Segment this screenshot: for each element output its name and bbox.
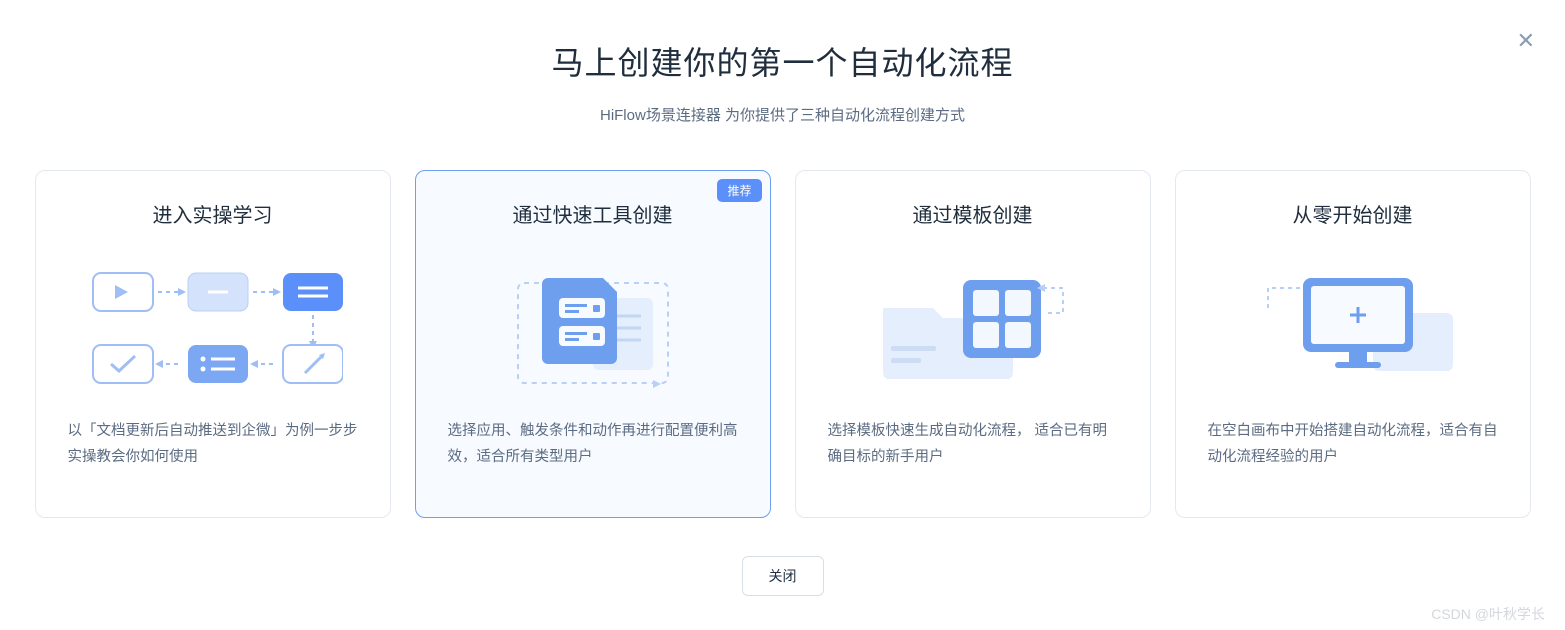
watermark: CSDN @叶秋学长 bbox=[1431, 604, 1545, 624]
card-title: 从零开始创建 bbox=[1206, 199, 1500, 228]
close-icon[interactable]: ✕ bbox=[1517, 28, 1535, 54]
close-button[interactable]: 关闭 bbox=[742, 556, 824, 596]
card-desc: 以「文档更新后自动推送到企微」为例一步步实操教会你如何使用 bbox=[66, 418, 360, 470]
card-title: 通过快速工具创建 bbox=[446, 199, 740, 228]
card-tutorial[interactable]: 进入实操学习 bbox=[35, 170, 391, 518]
cards-row: 进入实操学习 bbox=[0, 170, 1565, 518]
card-title: 进入实操学习 bbox=[66, 199, 360, 228]
card-from-scratch[interactable]: 从零开始创建 在空白画布中开始搭建自动化流程，适合有自动化流程经验的用户 bbox=[1175, 170, 1531, 518]
template-icon bbox=[826, 238, 1120, 418]
header: 马上创建你的第一个自动化流程 HiFlow场景连接器 为你提供了三种自动化流程创… bbox=[0, 0, 1565, 125]
tutorial-flow-icon bbox=[66, 238, 360, 418]
page-subtitle: HiFlow场景连接器 为你提供了三种自动化流程创建方式 bbox=[0, 104, 1565, 125]
card-desc: 选择模板快速生成自动化流程， 适合已有明确目标的新手用户 bbox=[826, 418, 1120, 470]
recommend-badge: 推荐 bbox=[717, 179, 761, 202]
card-desc: 在空白画布中开始搭建自动化流程，适合有自动化流程经验的用户 bbox=[1206, 418, 1500, 470]
card-title: 通过模板创建 bbox=[826, 199, 1120, 228]
card-desc: 选择应用、触发条件和动作再进行配置便利高效，适合所有类型用户 bbox=[446, 418, 740, 470]
card-quick-tool[interactable]: 推荐 通过快速工具创建 选择应 bbox=[415, 170, 771, 518]
footer: 关闭 bbox=[0, 556, 1565, 596]
quick-tool-icon bbox=[446, 238, 740, 418]
blank-canvas-icon bbox=[1206, 238, 1500, 418]
page-title: 马上创建你的第一个自动化流程 bbox=[0, 38, 1565, 84]
card-template[interactable]: 通过模板创建 选择模板快速生成自动化流程， 适合已有明确目标的新手用户 bbox=[795, 170, 1151, 518]
